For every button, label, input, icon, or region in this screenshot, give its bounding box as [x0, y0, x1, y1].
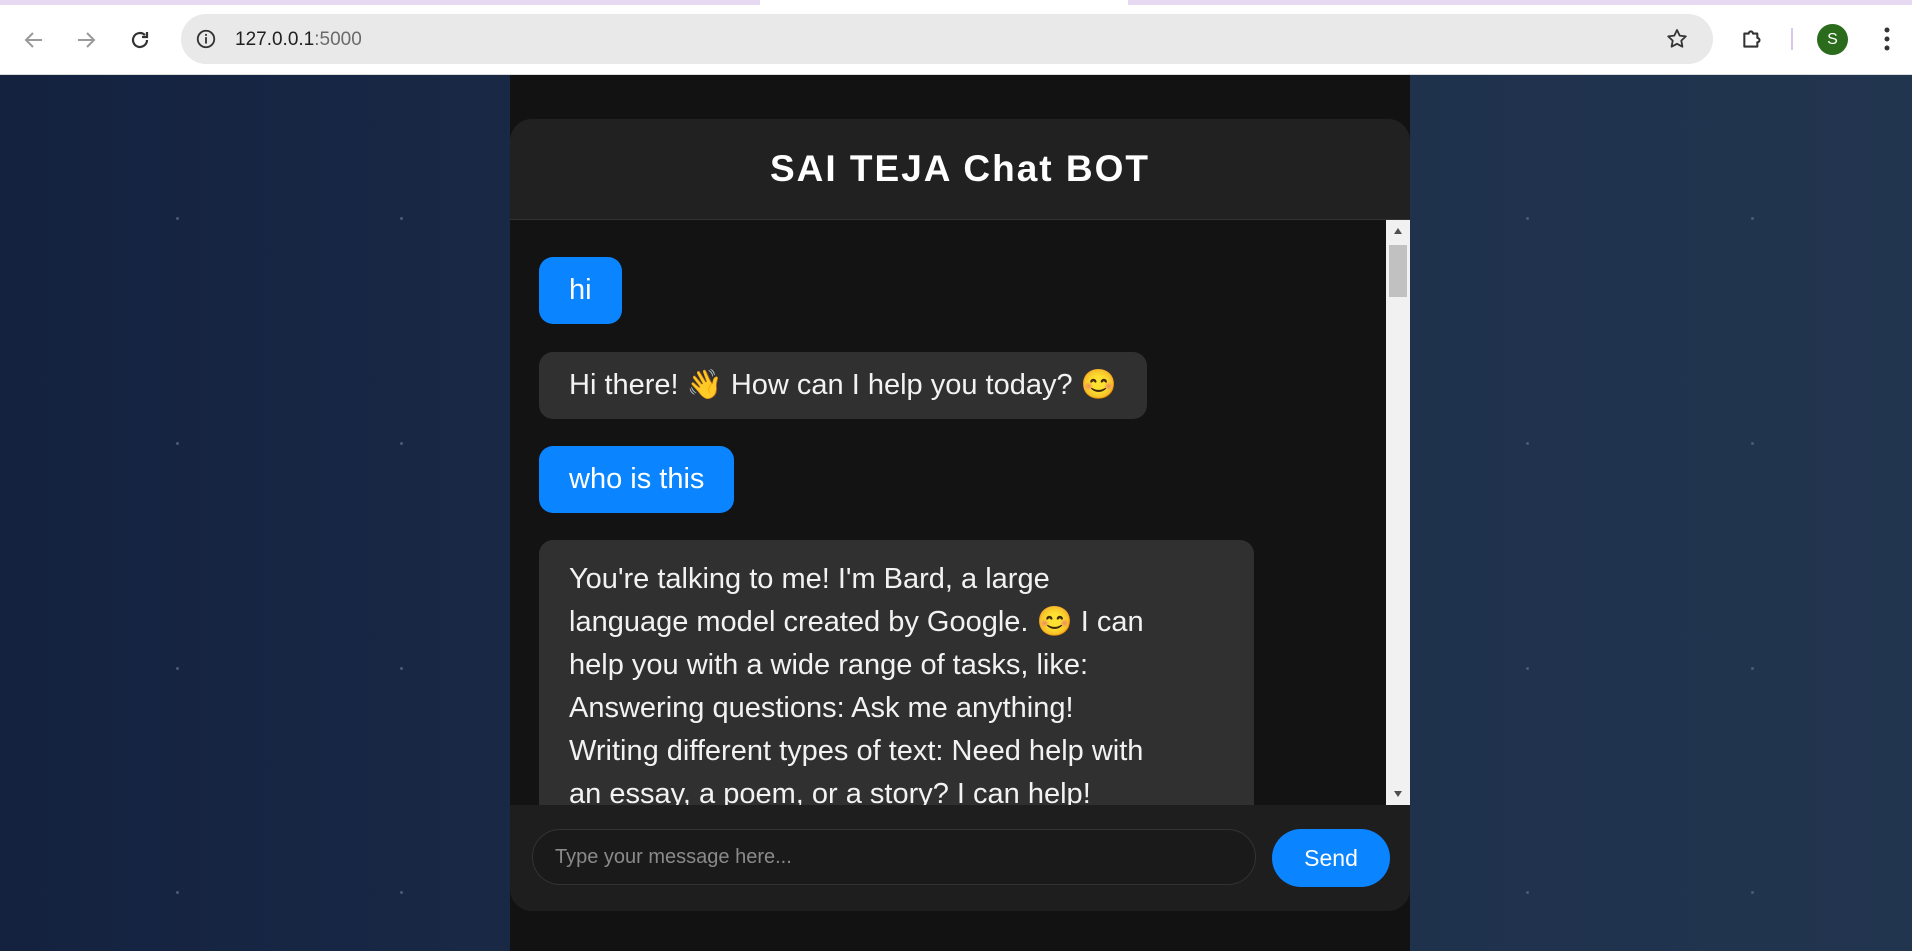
user-message: who is this: [539, 446, 735, 513]
send-button[interactable]: Send: [1272, 829, 1390, 887]
reload-icon: [131, 31, 149, 49]
bot-message-line: language model created by Google. 😊 I ca…: [569, 606, 1144, 638]
message-input[interactable]: [532, 829, 1256, 885]
bookmark-button[interactable]: [1663, 25, 1691, 53]
background-dot: [1526, 667, 1529, 670]
reload-button[interactable]: [122, 22, 158, 58]
chat-container: SAI TEJA Chat BOT hi Hi there! 👋 How can…: [510, 119, 1410, 911]
profile-initial: S: [1827, 30, 1838, 48]
star-icon: [1667, 29, 1687, 48]
user-message: hi: [539, 257, 622, 324]
chat-header: SAI TEJA Chat BOT: [510, 119, 1410, 220]
address-bar[interactable]: 127.0.0.1:5000: [181, 14, 1713, 64]
extensions-button[interactable]: [1738, 24, 1768, 54]
chat-title: SAI TEJA Chat BOT: [769, 148, 1151, 189]
background-dot: [400, 891, 403, 894]
arrow-right-icon: [78, 32, 96, 48]
scroll-down-button[interactable]: [1386, 783, 1410, 805]
background-dot: [1751, 217, 1754, 220]
background-dot: [1751, 891, 1754, 894]
bot-message-line: an essay, a poem, or a story? I can help…: [569, 778, 1091, 805]
triangle-up-icon: [1394, 228, 1402, 234]
messages-scrollbar[interactable]: [1386, 220, 1410, 805]
background-dot: [1751, 442, 1754, 445]
chat-input-bar: Send: [510, 805, 1410, 911]
bot-message-line: help you with a wide range of tasks, lik…: [569, 649, 1089, 681]
profile-avatar[interactable]: S: [1817, 24, 1848, 55]
background-dot: [1526, 442, 1529, 445]
background-dot: [1526, 891, 1529, 894]
background-dot: [400, 442, 403, 445]
chat-messages[interactable]: hi Hi there! 👋 How can I help you today?…: [510, 220, 1386, 805]
bot-message-line: Answering questions: Ask me anything!: [569, 692, 1074, 724]
app-column: SAI TEJA Chat BOT hi Hi there! 👋 How can…: [510, 75, 1410, 951]
scroll-up-button[interactable]: [1386, 220, 1410, 242]
background-dot: [176, 667, 179, 670]
url-text[interactable]: 127.0.0.1:5000: [235, 29, 362, 51]
tab-strip: [1128, 0, 1912, 5]
bot-message-line: Writing different types of text: Need he…: [569, 735, 1144, 767]
kebab-menu-icon: [1884, 27, 1890, 51]
info-icon: [196, 29, 216, 49]
background-dot: [1751, 667, 1754, 670]
background-dot: [1526, 217, 1529, 220]
bot-message-line: You're talking to me! I'm Bard, a large: [569, 563, 1050, 595]
site-info-button[interactable]: [193, 26, 219, 52]
background-dot: [400, 667, 403, 670]
background-dot: [176, 891, 179, 894]
bot-message: Hi there! 👋 How can I help you today? 😊: [539, 352, 1147, 419]
browser-toolbar: 127.0.0.1:5000 S: [0, 0, 1912, 75]
url-port: :5000: [314, 29, 362, 50]
background-dot: [176, 217, 179, 220]
bot-message: You're talking to me! I'm Bard, a large …: [539, 540, 1254, 805]
background-dot: [400, 217, 403, 220]
forward-button[interactable]: [68, 22, 104, 58]
browser-menu-button[interactable]: [1872, 22, 1902, 56]
scroll-thumb[interactable]: [1389, 245, 1407, 297]
url-host: 127.0.0.1: [235, 29, 315, 50]
arrow-left-icon: [24, 32, 42, 48]
puzzle-icon: [1743, 30, 1761, 48]
triangle-down-icon: [1394, 791, 1402, 797]
back-button[interactable]: [16, 22, 52, 58]
page-background: SAI TEJA Chat BOT hi Hi there! 👋 How can…: [0, 75, 1912, 951]
background-dot: [176, 442, 179, 445]
tab-strip: [0, 0, 760, 5]
toolbar-divider: [1791, 28, 1793, 50]
